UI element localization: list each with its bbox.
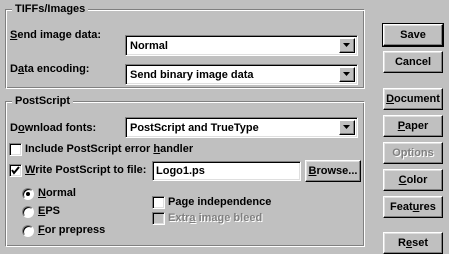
color-button[interactable]: Color: [383, 169, 443, 191]
radio-normal-label[interactable]: Normal: [38, 186, 76, 200]
radio-normal[interactable]: [22, 188, 34, 200]
download-fonts-label: Download fonts:: [10, 122, 97, 134]
radio-for-prepress[interactable]: [22, 225, 34, 237]
send-image-data-dropdown-button[interactable]: [339, 38, 355, 53]
reset-button[interactable]: Reset: [383, 232, 443, 254]
tiffs-images-title: TIFFs/Images: [12, 2, 89, 16]
send-image-data-select[interactable]: Normal: [125, 35, 358, 56]
features-button[interactable]: Features: [383, 196, 443, 218]
paper-button[interactable]: Paper: [383, 115, 443, 137]
send-image-data-label: Send image data:: [10, 29, 102, 41]
document-button[interactable]: Document: [383, 88, 443, 110]
browse-button[interactable]: Browse...: [305, 160, 361, 182]
postscript-title: PostScript: [12, 94, 74, 108]
data-encoding-value: Send binary image data: [130, 69, 254, 81]
data-encoding-label: Data encoding:: [10, 63, 90, 75]
data-encoding-select[interactable]: Send binary image data: [125, 64, 358, 85]
output-file-value: Logo1.ps: [156, 165, 205, 177]
write-to-file-label[interactable]: Write PostScript to file:: [25, 163, 146, 177]
download-fonts-value: PostScript and TrueType: [130, 122, 259, 134]
extra-image-bleed-checkbox: [152, 212, 165, 225]
checkmark-icon: [11, 166, 20, 175]
write-to-file-checkbox[interactable]: [9, 164, 22, 177]
save-button[interactable]: Save: [382, 23, 444, 47]
chevron-down-icon: [343, 125, 350, 129]
cancel-button[interactable]: Cancel: [383, 51, 443, 73]
radio-eps[interactable]: [22, 206, 34, 218]
download-fonts-select[interactable]: PostScript and TrueType: [125, 117, 358, 138]
extra-image-bleed-label: Extra image bleed: [168, 212, 263, 224]
data-encoding-dropdown-button[interactable]: [339, 67, 355, 82]
radio-for-prepress-label[interactable]: For prepress: [38, 223, 105, 237]
send-image-data-value: Normal: [130, 40, 168, 52]
chevron-down-icon: [343, 43, 350, 47]
radio-selected-dot: [26, 192, 30, 196]
output-file-input[interactable]: Logo1.ps: [152, 161, 301, 181]
options-button: Options: [383, 142, 443, 164]
include-error-handler-label[interactable]: Include PostScript error handler: [25, 142, 193, 156]
radio-eps-label[interactable]: EPS: [38, 204, 60, 218]
download-fonts-dropdown-button[interactable]: [339, 120, 355, 135]
page-independence-checkbox[interactable]: [152, 196, 165, 209]
include-error-handler-checkbox[interactable]: [9, 143, 22, 156]
chevron-down-icon: [343, 72, 350, 76]
page-independence-label[interactable]: Page independence: [168, 195, 271, 209]
